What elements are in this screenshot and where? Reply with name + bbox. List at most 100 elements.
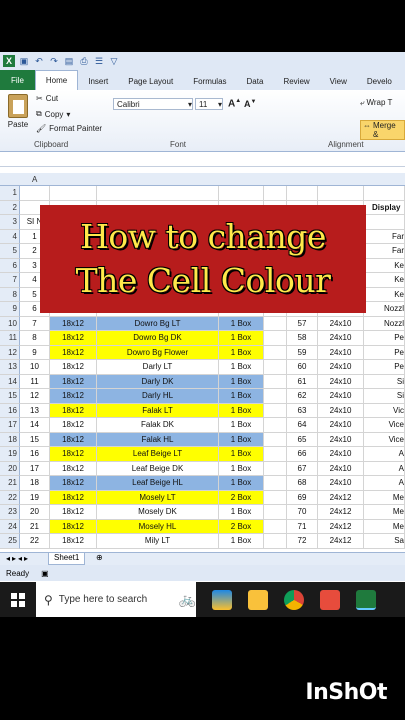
- cell-e[interactable]: [264, 505, 287, 520]
- cell-h[interactable]: A: [364, 476, 405, 491]
- new-sheet-icon[interactable]: ⊕: [96, 553, 103, 562]
- format-painter-button[interactable]: 🖌 Format Painter: [36, 124, 102, 133]
- row-header[interactable]: 13: [0, 360, 20, 375]
- cell-d[interactable]: 1 Box: [219, 374, 264, 389]
- undo-icon[interactable]: ↶: [33, 55, 45, 67]
- cell-f[interactable]: 60: [287, 360, 318, 375]
- cell-d[interactable]: 1 Box: [219, 432, 264, 447]
- cell-b[interactable]: 18x12: [50, 316, 97, 331]
- cell-c[interactable]: Darly HL: [97, 389, 219, 404]
- cell-e[interactable]: [264, 345, 287, 360]
- cell-h[interactable]: Nozzl: [364, 316, 405, 331]
- cell-b[interactable]: 18x12: [50, 374, 97, 389]
- row-header[interactable]: 10: [0, 316, 20, 331]
- cell-h[interactable]: Sa: [364, 534, 405, 549]
- excel-taskbar-icon[interactable]: [356, 589, 376, 610]
- tab-developer[interactable]: Develo: [357, 72, 402, 90]
- file-explorer-icon[interactable]: [248, 589, 268, 610]
- format-icon[interactable]: ☰: [93, 55, 105, 67]
- paste-button[interactable]: Paste: [4, 94, 32, 129]
- cell-c[interactable]: Darly LT: [97, 360, 219, 375]
- cell-e[interactable]: [264, 534, 287, 549]
- row-header[interactable]: 3: [0, 215, 20, 230]
- save-icon[interactable]: ▣: [18, 55, 30, 67]
- cell-g[interactable]: 24x10: [318, 316, 364, 331]
- row-header[interactable]: 19: [0, 447, 20, 462]
- cell-e[interactable]: [264, 476, 287, 491]
- cut-button[interactable]: ✂ Cut: [36, 94, 58, 103]
- cell-e[interactable]: [264, 490, 287, 505]
- sheet-tab-sheet1[interactable]: Sheet1: [48, 553, 86, 565]
- cell-a[interactable]: 17: [20, 461, 50, 476]
- cell-f[interactable]: 64: [287, 418, 318, 433]
- cell-b[interactable]: 18x12: [50, 432, 97, 447]
- cell-a[interactable]: 15: [20, 432, 50, 447]
- cell-g[interactable]: 24x12: [318, 505, 364, 520]
- cell-a[interactable]: 8: [20, 331, 50, 346]
- row-header[interactable]: 9: [0, 302, 20, 317]
- cell-b[interactable]: 18x12: [50, 331, 97, 346]
- cell-c[interactable]: Dowro Bg LT: [97, 316, 219, 331]
- cell-h[interactable]: Me: [364, 505, 405, 520]
- cell-d[interactable]: 1 Box: [219, 403, 264, 418]
- tab-home[interactable]: Home: [34, 70, 79, 90]
- row-header[interactable]: 18: [0, 432, 20, 447]
- cell-h[interactable]: Pe: [364, 331, 405, 346]
- print-icon[interactable]: ⎙: [78, 55, 90, 67]
- open-icon[interactable]: ▤: [63, 55, 75, 67]
- cell-h[interactable]: [364, 186, 405, 201]
- taskbar-search-box[interactable]: ⚲ Type here to search 🚲: [36, 582, 196, 617]
- cell-h[interactable]: Si: [364, 389, 405, 404]
- cell-c[interactable]: [97, 186, 219, 201]
- row-header[interactable]: 25: [0, 534, 20, 549]
- row-header[interactable]: 6: [0, 258, 20, 273]
- cell-c[interactable]: Leaf Beige LT: [97, 447, 219, 462]
- cell-b[interactable]: 18x12: [50, 490, 97, 505]
- cell-c[interactable]: Leaf Beige DK: [97, 461, 219, 476]
- cell-b[interactable]: 18x12: [50, 345, 97, 360]
- task-view-icon[interactable]: [212, 589, 232, 610]
- cell-d[interactable]: 1 Box: [219, 447, 264, 462]
- row-header[interactable]: 5: [0, 244, 20, 259]
- cell-h[interactable]: [364, 215, 405, 230]
- cell-e[interactable]: [264, 403, 287, 418]
- cell-h[interactable]: Vic: [364, 403, 405, 418]
- row-header[interactable]: 17: [0, 418, 20, 433]
- cell-g[interactable]: 24x10: [318, 418, 364, 433]
- cell-d[interactable]: 1 Box: [219, 461, 264, 476]
- cell-h[interactable]: Ke: [364, 273, 405, 288]
- grow-font-icon[interactable]: A▲: [228, 98, 241, 109]
- cell-e[interactable]: [264, 331, 287, 346]
- cell-a[interactable]: 7: [20, 316, 50, 331]
- filter-icon[interactable]: ▽: [108, 55, 120, 67]
- wrap-text-button[interactable]: ⤶ Wrap T: [360, 98, 392, 108]
- cell-d[interactable]: 1 Box: [219, 389, 264, 404]
- cell-h[interactable]: Vice: [364, 418, 405, 433]
- app-icon[interactable]: [320, 589, 340, 610]
- row-header[interactable]: 4: [0, 229, 20, 244]
- tab-data[interactable]: Data: [237, 72, 274, 90]
- cell-d[interactable]: 1 Box: [219, 316, 264, 331]
- cell-h[interactable]: Me: [364, 519, 405, 534]
- cell-b[interactable]: 18x12: [50, 461, 97, 476]
- cell-c[interactable]: Mily LT: [97, 534, 219, 549]
- cell-g[interactable]: 24x10: [318, 374, 364, 389]
- row-header[interactable]: 24: [0, 519, 20, 534]
- row-header[interactable]: 15: [0, 389, 20, 404]
- cell-a[interactable]: 18: [20, 476, 50, 491]
- cell-d[interactable]: 1 Box: [219, 360, 264, 375]
- cell-h[interactable]: Pe: [364, 345, 405, 360]
- cell-c[interactable]: Dowro Bg Flower: [97, 345, 219, 360]
- cell-b[interactable]: 18x12: [50, 534, 97, 549]
- row-header[interactable]: 1: [0, 186, 20, 201]
- cell-a[interactable]: 16: [20, 447, 50, 462]
- cell-c[interactable]: Darly DK: [97, 374, 219, 389]
- cell-g[interactable]: 24x10: [318, 461, 364, 476]
- cell-f[interactable]: 72: [287, 534, 318, 549]
- chrome-icon[interactable]: [284, 589, 304, 610]
- cell-b[interactable]: 18x12: [50, 476, 97, 491]
- cell-g[interactable]: 24x10: [318, 345, 364, 360]
- cell-h[interactable]: Far: [364, 244, 405, 259]
- tab-formulas[interactable]: Formulas: [183, 72, 236, 90]
- cell-e[interactable]: [264, 360, 287, 375]
